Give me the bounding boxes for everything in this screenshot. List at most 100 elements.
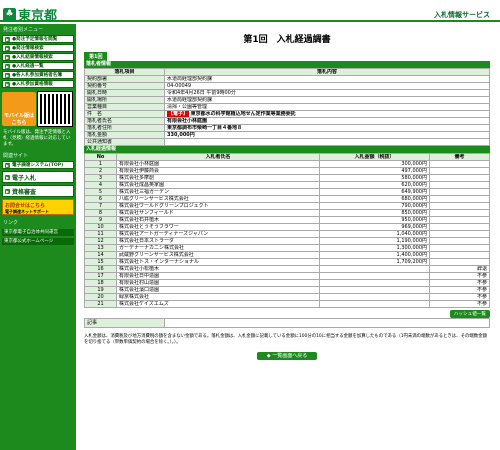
bid-note [429, 209, 490, 217]
bid-note: 不参 [429, 279, 490, 287]
help-banner[interactable]: お問合せはこちら 電子調達ネットサポート [2, 199, 74, 215]
bid-no: 7 [84, 202, 117, 210]
bid-row: 10 株式会社とうそうフラワー 969,000円 [84, 223, 490, 231]
bid-note [429, 188, 490, 196]
arrow-icon: ▶ [5, 174, 10, 180]
bid-row: 12 株式会社日本ストラーダ 1,190,000円 [84, 237, 490, 245]
mobile-box: モバイル版はこちら [2, 91, 74, 127]
bid-row: 17 有限会社日中造園 不参 [84, 272, 490, 280]
info-value-text: 清掃・公園等管理 [167, 104, 208, 110]
bid-no: 6 [84, 195, 117, 203]
info-header-item: 落札項目 [84, 68, 165, 76]
tokyo-logo-icon: ♣ [3, 8, 16, 21]
arrow-icon: ▶ [5, 36, 10, 42]
bid-no: 8 [84, 209, 117, 217]
hash-list-button[interactable]: ハッシュ値一覧 [449, 310, 490, 318]
arrow-icon: ▶ [5, 81, 10, 87]
sidebar-menu-item[interactable]: ▶ ●入札結果情報検索 [2, 53, 74, 61]
bid-row: 18 有限会社村山造園 不参 [84, 279, 490, 287]
bid-row: 8 株式会社サンフィールド 850,000円 [84, 209, 490, 217]
bid-no: 1 [84, 160, 117, 168]
bid-amount [319, 272, 430, 280]
bid-row: 15 株式会社トス・インターナショナル 1,709,200円 [84, 258, 490, 266]
bid-no: 3 [84, 174, 117, 182]
bid-row: 20 緑京株式会社 不参 [84, 293, 490, 301]
info-label: 公共通知書 [84, 138, 165, 146]
bid-note [429, 258, 490, 266]
bid-row: 14 武蔵野グリーンサービス株式会社 1,400,000円 [84, 251, 490, 259]
bid-row: 6 八紘グリーンサービス株式会社 680,000円 [84, 195, 490, 203]
bid-amount: 1,190,000円 [319, 237, 430, 245]
electronic-tag: 【電子】 [167, 111, 190, 117]
bid-no: 12 [84, 237, 117, 245]
bid-no: 2 [84, 167, 117, 175]
bid-amount: 1,400,000円 [319, 251, 430, 259]
bid-amount: 850,000円 [319, 209, 430, 217]
info-value-text: 東京都調布市柴崎一丁目４番地８ [167, 125, 243, 131]
info-value-text: 水道局経理部契約課 [167, 76, 213, 82]
sidebar-link[interactable]: 東京都電子自治体共同運営 [2, 229, 74, 236]
info-label: 契約部署 [84, 75, 165, 83]
back-to-list-label: 一覧画面へ戻る [272, 353, 308, 359]
info-value: 水道局経理部契約課 [164, 96, 490, 104]
sidebar-menu-item[interactable]: ▶ ●各入札参加資格者名簿 [2, 71, 74, 79]
bid-name: 武蔵野グリーンサービス株式会社 [116, 251, 320, 259]
info-value [164, 138, 490, 146]
sidebar-menu-label: ●発注情報検索 [12, 46, 44, 51]
info-value: 有限会社小林庭園 [164, 117, 490, 125]
bid-amount [319, 293, 430, 301]
mobile-button[interactable]: モバイル版はこちら [2, 92, 36, 126]
sidebar-menu-item[interactable]: ▶ ●発注情報検索 [2, 44, 74, 52]
bid-name: 八紘グリーンサービス株式会社 [116, 195, 320, 203]
info-value-text: 04-00049 [167, 83, 192, 89]
e-procurement-link[interactable]: ▶ 電子調達システム(TOP) [2, 161, 74, 169]
bid-no: 11 [84, 230, 117, 238]
info-label: 契約番号 [84, 82, 165, 90]
info-value-text: 水道局経理部契約課 [167, 97, 213, 103]
bid-note [429, 223, 490, 231]
bid-note: 不参 [429, 272, 490, 280]
bid-no: 21 [84, 300, 117, 308]
bid-row: 21 株式会社ケイズエムズ 不参 [84, 300, 490, 308]
arrow-icon: ▶ [5, 72, 10, 78]
bid-header-amount: 入札金額（税抜） [319, 153, 430, 161]
bid-name: 有限会社日中造園 [116, 272, 320, 280]
back-to-list-button[interactable]: ◆ 一覧画面へ戻る [257, 352, 317, 360]
sidebar-menu-item[interactable]: ▶ ●入札参加資格情報 [2, 80, 74, 88]
e-bid-label: 電子入札 [12, 174, 37, 182]
bid-row: 13 ガーデナーナカニシ株式会社 1,300,000円 [84, 244, 490, 252]
info-value: 東京都調布市柴崎一丁目４番地８ [164, 124, 490, 132]
sidebar-heading: 発注者別メニュー [3, 27, 44, 33]
info-label: 落札金額 [84, 131, 165, 139]
tokyo-logo[interactable]: ♣ 東京都 [3, 5, 57, 24]
remark-label: 記事 [84, 318, 165, 328]
bid-amount: 649,900円 [319, 188, 430, 196]
bid-name: 株式会社小松植木 [116, 265, 320, 273]
bid-amount [319, 265, 430, 273]
history-row: ハッシュ値一覧 [84, 308, 490, 318]
info-value: 04-00049 [164, 82, 490, 90]
sidebar-link[interactable]: 東京都公式ホームページ [2, 238, 74, 245]
sidebar-menu-item[interactable]: ▶ ●発注予定情報を閲覧 [2, 35, 74, 43]
header: ♣ 東京都 入札情報サービス [0, 0, 500, 24]
bid-amount: 1,300,000円 [319, 244, 430, 252]
qualification-link[interactable]: ▶ 資格審査 [2, 185, 74, 197]
arrow-icon: ▶ [5, 188, 10, 194]
bid-name: 株式会社とうそうフラワー [116, 223, 320, 231]
e-bid-link[interactable]: ▶ 電子入札 [2, 171, 74, 183]
info-header-content: 落札内容 [164, 68, 490, 76]
bid-row: 1 有限会社小林庭園 300,000円 [84, 160, 490, 168]
bid-no: 4 [84, 181, 117, 189]
bid-section-heading: 入札経過情報 [84, 146, 490, 153]
bid-note [429, 202, 490, 210]
sidebar-menu-item[interactable]: ▶ ●入札経過一覧 [2, 62, 74, 70]
info-value-text: 330,000円 [167, 132, 195, 138]
info-row: 件 名【電子】 東京都水の科学館植込地せん定作業等業務委託 [84, 110, 490, 118]
bid-note [429, 230, 490, 238]
bid-amount: 1,709,200円 [319, 258, 430, 266]
info-row: 契約番号 04-00049 [84, 82, 490, 90]
bid-no: 9 [84, 216, 117, 224]
bid-amount: 790,000円 [319, 202, 430, 210]
info-row: 落札者住所 東京都調布市柴崎一丁目４番地８ [84, 124, 490, 132]
bid-header-no: No [84, 153, 117, 161]
